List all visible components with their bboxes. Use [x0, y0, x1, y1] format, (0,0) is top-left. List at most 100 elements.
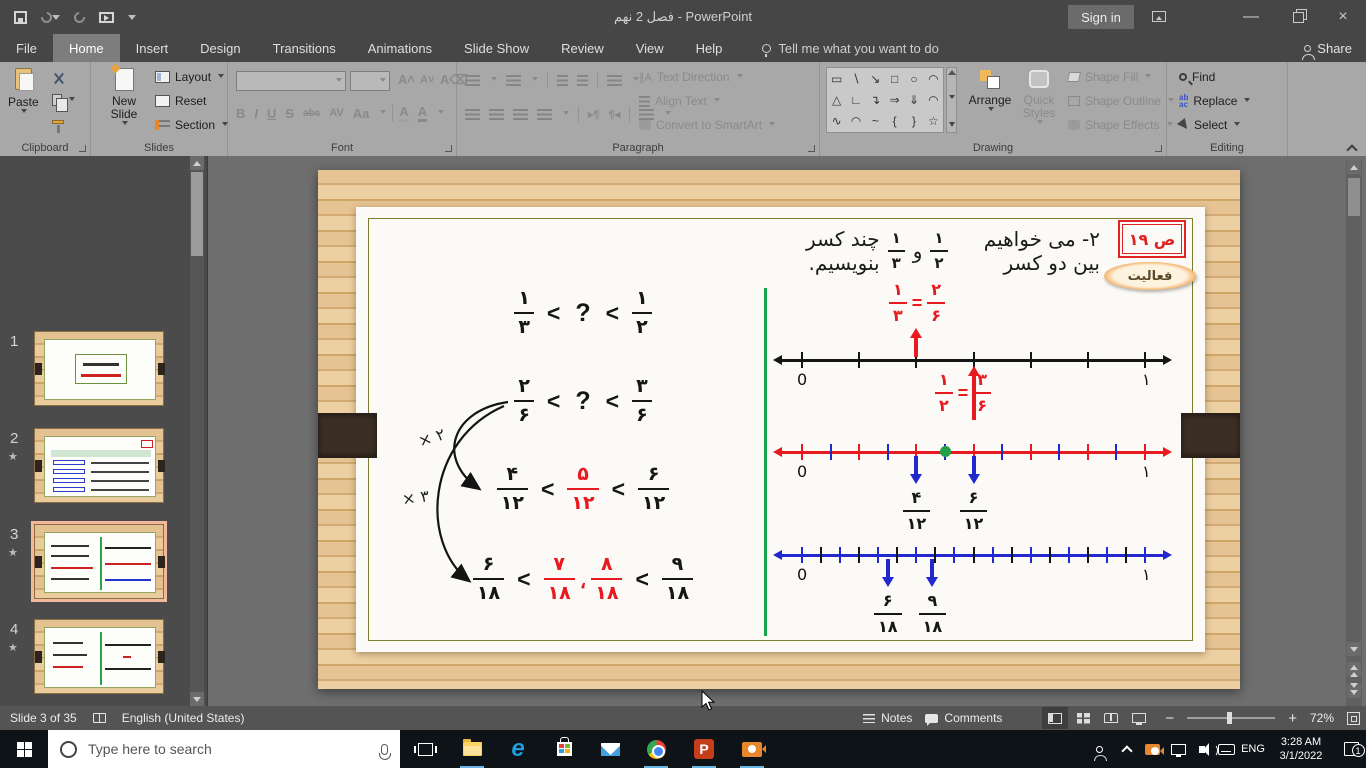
text-direction-button[interactable]: ∥AText Direction: [639, 70, 743, 84]
character-spacing-button[interactable]: AV: [329, 107, 343, 119]
file-explorer-button[interactable]: [450, 730, 494, 768]
change-case-button[interactable]: Aa: [353, 106, 370, 121]
slideshow-view-button[interactable]: [1126, 707, 1152, 729]
fraction-inequality-row-2[interactable]: ٢۶<?<٣۶: [418, 370, 748, 432]
thumbnail-scrollbar[interactable]: [190, 156, 204, 706]
tab-transitions[interactable]: Transitions: [257, 34, 352, 62]
font-dialog-launcher[interactable]: [445, 145, 452, 152]
shape-fill-button[interactable]: Shape Fill: [1068, 70, 1151, 84]
save-icon[interactable]: [14, 11, 27, 24]
minimize-button[interactable]: —: [1228, 0, 1274, 33]
thumbnail-scroll-up-icon[interactable]: [190, 156, 204, 170]
align-text-button[interactable]: Align Text: [639, 94, 720, 108]
sign-in-button[interactable]: Sign in: [1068, 5, 1134, 29]
tab-file[interactable]: File: [0, 34, 53, 62]
spell-check-icon[interactable]: [93, 713, 106, 723]
new-slide-button[interactable]: New Slide: [101, 68, 147, 128]
shape-glyph-1[interactable]: ∖: [852, 73, 860, 85]
zoom-slider[interactable]: [1187, 717, 1275, 719]
shape-glyph-9[interactable]: ⇒: [890, 94, 900, 106]
chrome-button[interactable]: [634, 730, 678, 768]
slide-thumbnail-2[interactable]: [34, 428, 164, 503]
replace-button[interactable]: abacReplace: [1179, 94, 1250, 108]
normal-view-button[interactable]: [1042, 707, 1068, 729]
action-center-button[interactable]: 1: [1336, 730, 1366, 768]
tab-slide-show[interactable]: Slide Show: [448, 34, 545, 62]
bullets-icon[interactable]: [465, 75, 480, 86]
increase-indent-icon[interactable]: [577, 75, 588, 86]
start-button[interactable]: [0, 730, 48, 768]
input-language-indicator[interactable]: ENG: [1238, 730, 1268, 768]
arrange-button[interactable]: Arrange: [966, 70, 1014, 114]
convert-smartart-button[interactable]: Convert to SmartArt: [639, 118, 775, 132]
scroll-up-icon[interactable]: [1347, 160, 1361, 174]
strikethrough-button[interactable]: S: [285, 106, 294, 121]
clock[interactable]: 3:28 AM 3/1/2022: [1268, 730, 1334, 768]
align-left-icon[interactable]: [465, 109, 480, 120]
screen-recorder-button[interactable]: [730, 730, 774, 768]
slide-sorter-view-button[interactable]: [1070, 707, 1096, 729]
fraction-inequality-row-4[interactable]: ۶١٨<٧١٨،٨١٨<٩١٨: [418, 548, 748, 610]
shape-glyph-3[interactable]: □: [891, 73, 898, 85]
next-slide-button[interactable]: [1347, 684, 1361, 698]
undo-button[interactable]: [41, 11, 60, 24]
shape-glyph-5[interactable]: ◠: [928, 73, 938, 85]
start-slideshow-icon[interactable]: [99, 12, 114, 23]
ribbon-display-options-button[interactable]: [1136, 0, 1182, 33]
subscript-button[interactable]: abc: [303, 108, 320, 119]
paragraph-dialog-launcher[interactable]: [808, 145, 815, 152]
main-scrollbar[interactable]: [1346, 160, 1362, 706]
align-right-icon[interactable]: [513, 109, 528, 120]
underline-button[interactable]: U: [267, 106, 276, 121]
microphone-icon[interactable]: [381, 744, 388, 755]
zoom-level[interactable]: 72%: [1310, 711, 1334, 725]
restore-button[interactable]: [1274, 0, 1320, 33]
tab-help[interactable]: Help: [680, 34, 739, 62]
slide-editing-area[interactable]: ص ١٩ فعالیت ٢- می خواهیم بین دو کسر ١٢ و…: [318, 170, 1240, 689]
tab-animations[interactable]: Animations: [352, 34, 448, 62]
equivalent-fraction-label-0[interactable]: ١٣=٢۶: [862, 282, 972, 324]
mail-button[interactable]: [588, 730, 632, 768]
highlight-color-button[interactable]: A: [399, 104, 408, 122]
equivalent-fraction-label-1[interactable]: ١٢=٣۶: [908, 372, 1018, 414]
shape-glyph-8[interactable]: ↴: [870, 94, 880, 106]
find-button[interactable]: Find: [1179, 70, 1215, 84]
ltr-direction-icon[interactable]: ▸¶: [588, 108, 600, 121]
shape-glyph-10[interactable]: ⇓: [909, 94, 919, 106]
share-button[interactable]: Share: [1304, 34, 1352, 62]
shape-glyph-16[interactable]: }: [912, 115, 916, 127]
paste-button[interactable]: Paste: [8, 68, 39, 116]
shape-glyph-15[interactable]: {: [893, 115, 897, 127]
fraction-inequality-row-1[interactable]: ١٣<?<١٢: [418, 282, 748, 344]
decrease-indent-icon[interactable]: [557, 75, 568, 86]
drawing-dialog-launcher[interactable]: [1155, 145, 1162, 152]
shape-glyph-14[interactable]: ~: [872, 115, 879, 127]
tab-view[interactable]: View: [620, 34, 680, 62]
fraction-inequality-row-3[interactable]: ۴١٢<۵١٢<۶١٢: [418, 458, 748, 520]
main-scrollbar-thumb[interactable]: [1348, 178, 1360, 216]
slide-thumbnail-4[interactable]: [34, 619, 164, 694]
reading-view-button[interactable]: [1098, 707, 1124, 729]
shape-glyph-6[interactable]: △: [832, 94, 841, 106]
rtl-direction-icon[interactable]: ¶◂: [609, 108, 621, 121]
tab-home[interactable]: Home: [53, 34, 120, 62]
bold-button[interactable]: B: [236, 106, 245, 121]
justify-icon[interactable]: [537, 109, 552, 120]
slide-thumbnail-1[interactable]: [34, 331, 164, 406]
edge-button[interactable]: e: [496, 730, 540, 768]
fit-slide-to-window-icon[interactable]: [1347, 712, 1360, 725]
shape-glyph-2[interactable]: ↘: [870, 73, 880, 85]
previous-slide-button[interactable]: [1347, 662, 1361, 676]
shape-glyph-4[interactable]: ○: [910, 73, 917, 85]
people-tray-icon[interactable]: [1084, 730, 1114, 768]
customize-qat-icon[interactable]: [128, 15, 136, 24]
close-button[interactable]: ×: [1320, 0, 1366, 33]
tray-camera-icon[interactable]: [1138, 730, 1166, 768]
tab-insert[interactable]: Insert: [120, 34, 185, 62]
shape-glyph-13[interactable]: ◠: [851, 115, 861, 127]
redo-icon[interactable]: [72, 9, 87, 24]
format-painter-button[interactable]: [52, 120, 64, 124]
grow-font-button[interactable]: A˄: [398, 72, 415, 87]
shape-effects-button[interactable]: Shape Effects: [1068, 118, 1173, 132]
shape-glyph-0[interactable]: ▭: [831, 73, 842, 85]
